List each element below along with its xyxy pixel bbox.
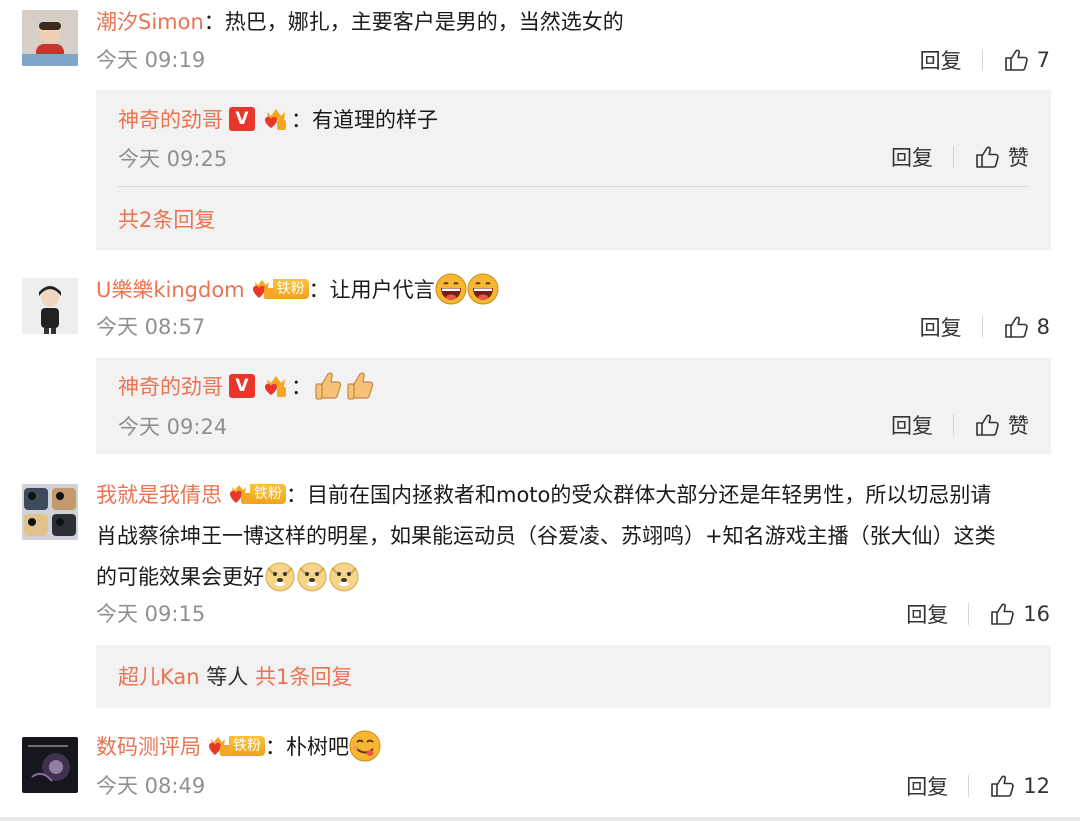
comment-text-line: 肖战蔡徐坤王一博这样的明星，如果能运动员（谷爱凌、苏翊鸣）+知名游戏主播（张大仙… bbox=[96, 524, 996, 548]
like-count: 8 bbox=[1036, 315, 1050, 339]
comment-text: ： bbox=[291, 375, 312, 399]
divider bbox=[953, 146, 954, 168]
fan-badge-label: 铁粉 bbox=[272, 279, 309, 299]
v-badge-icon: V bbox=[229, 374, 255, 398]
comment-text: ：让用户代言 bbox=[308, 278, 435, 302]
like-count: 16 bbox=[1023, 602, 1050, 626]
reply-button[interactable]: 回复 bbox=[891, 142, 933, 172]
username[interactable]: 我就是我倩思 bbox=[96, 483, 222, 507]
thumbs-emoji bbox=[312, 370, 344, 402]
reply-button[interactable]: 回复 bbox=[906, 599, 948, 629]
reply-user[interactable]: 超儿Kan bbox=[118, 665, 200, 689]
doge-emoji bbox=[264, 560, 296, 592]
timestamp: 今天 08:49 bbox=[96, 774, 206, 798]
thumb-up-icon[interactable] bbox=[1003, 47, 1029, 73]
timestamp: 今天 08:57 bbox=[96, 315, 206, 339]
username[interactable]: 潮汐Simon bbox=[96, 10, 204, 34]
divider bbox=[981, 49, 983, 71]
sub-reply-box: 超儿Kan 等人 共1条回复 bbox=[96, 645, 1051, 708]
view-more-replies-link[interactable]: 共2条回复 bbox=[118, 205, 215, 235]
reply-button[interactable]: 回复 bbox=[920, 312, 962, 342]
grin-emoji bbox=[435, 273, 467, 305]
username[interactable]: 神奇的劲哥 bbox=[118, 108, 223, 132]
avatar[interactable] bbox=[22, 737, 78, 793]
reply-button[interactable]: 回复 bbox=[891, 410, 933, 440]
reply-button[interactable]: 回复 bbox=[906, 771, 948, 801]
divider bbox=[981, 316, 983, 338]
crown-icon bbox=[261, 106, 291, 132]
comment-text: ：朴树吧 bbox=[265, 735, 349, 759]
crown-icon bbox=[261, 373, 291, 399]
thumb-up-icon[interactable] bbox=[989, 601, 1015, 627]
like-label[interactable]: 赞 bbox=[1008, 142, 1029, 172]
and-others-label: 等人 bbox=[199, 665, 255, 689]
avatar[interactable] bbox=[22, 10, 78, 66]
sub-reply-box: 神奇的劲哥 V ：有道理的样子 今天 09:25 回复 赞 共2条回复 bbox=[96, 90, 1051, 250]
timestamp: 今天 09:15 bbox=[96, 602, 206, 626]
username[interactable]: 数码测评局 bbox=[96, 735, 201, 759]
thumbs-emoji bbox=[344, 370, 376, 402]
doge-emoji bbox=[296, 560, 328, 592]
divider bbox=[968, 603, 970, 625]
comment-text: ：热巴，娜扎，主要客户是男的，当然选女的 bbox=[203, 10, 624, 34]
fan-badge: 铁粉 bbox=[228, 482, 286, 506]
timestamp: 今天 09:19 bbox=[96, 48, 206, 72]
thumb-up-icon[interactable] bbox=[989, 773, 1015, 799]
bottom-divider bbox=[0, 817, 1080, 821]
v-badge-icon: V bbox=[229, 107, 255, 131]
fan-badge: 铁粉 bbox=[207, 734, 265, 758]
yum-emoji bbox=[349, 730, 381, 762]
reply-button[interactable]: 回复 bbox=[920, 45, 962, 75]
thumb-up-icon[interactable] bbox=[1003, 314, 1029, 340]
grin-emoji bbox=[467, 273, 499, 305]
timestamp: 今天 09:25 bbox=[118, 147, 228, 171]
reply-count[interactable]: 共1条回复 bbox=[255, 665, 352, 689]
sub-reply-box: 神奇的劲哥 V ： 今天 09:24 回复 赞 bbox=[96, 358, 1051, 454]
fan-badge-label: 铁粉 bbox=[229, 736, 265, 756]
like-label[interactable]: 赞 bbox=[1008, 410, 1029, 440]
thumb-up-icon[interactable] bbox=[974, 144, 1000, 170]
timestamp: 今天 09:24 bbox=[118, 415, 228, 439]
divider bbox=[968, 775, 970, 797]
avatar[interactable] bbox=[22, 278, 78, 334]
comment-text: ：有道理的样子 bbox=[291, 108, 438, 132]
fan-badge: 铁粉 bbox=[251, 277, 309, 301]
like-count: 7 bbox=[1036, 48, 1050, 72]
comment-text-line: ：目前在国内拯救者和moto的受众群体大部分还是年轻男性，所以切忌别请 bbox=[286, 483, 992, 507]
doge-emoji bbox=[328, 560, 360, 592]
username[interactable]: U樂樂kingdom bbox=[96, 278, 245, 302]
view-more-replies-link[interactable]: 超儿Kan 等人 共1条回复 bbox=[118, 662, 352, 692]
divider bbox=[953, 414, 954, 436]
divider bbox=[118, 186, 1029, 187]
comment-text-line: 的可能效果会更好 bbox=[96, 565, 264, 589]
thumb-up-icon[interactable] bbox=[974, 412, 1000, 438]
fan-badge-label: 铁粉 bbox=[250, 484, 286, 504]
avatar[interactable] bbox=[22, 484, 78, 540]
username[interactable]: 神奇的劲哥 bbox=[118, 375, 223, 399]
like-count: 12 bbox=[1023, 774, 1050, 798]
